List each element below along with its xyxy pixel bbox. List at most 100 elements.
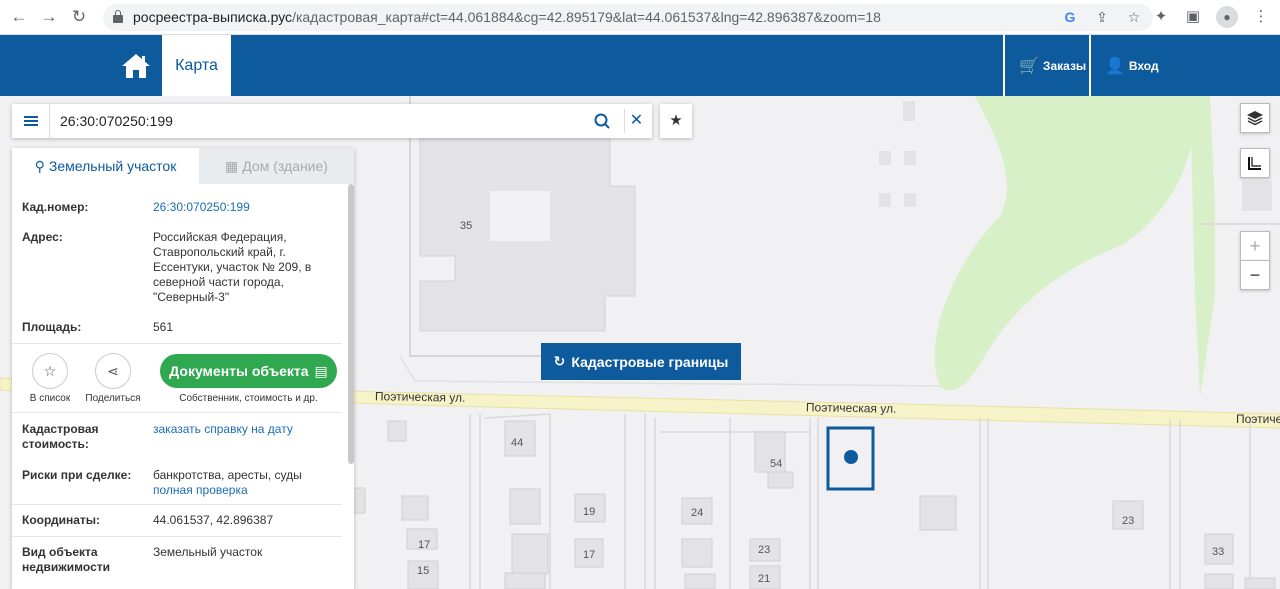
share-page-icon[interactable]: ⇪ — [1093, 8, 1111, 26]
address-bar[interactable]: росреестра-выписка.рус/кадастровая_карта… — [103, 4, 1153, 31]
full-check-link[interactable]: полная проверка — [153, 483, 333, 498]
address-label: Адрес: — [22, 230, 63, 244]
street-label: Поэтическая ул. — [805, 400, 897, 416]
zoom-out-button[interactable]: − — [1240, 260, 1270, 290]
house-number: 24 — [691, 507, 704, 519]
layers-icon — [1247, 111, 1263, 126]
house-number: 17 — [418, 539, 431, 551]
divider — [12, 343, 342, 344]
site-header: Карта 🛒 Заказы 👤 Вход — [0, 35, 1280, 96]
extensions-icon[interactable]: ✦ — [1152, 6, 1170, 28]
add-to-list-label: В список — [29, 393, 71, 404]
panel-scrollbar[interactable] — [348, 184, 354, 464]
share-icon: ⋖ — [107, 362, 119, 379]
risks-value: банкротства, аресты, суды — [153, 468, 302, 482]
login-button[interactable]: 👤 Вход — [1089, 35, 1280, 96]
ruler-button[interactable] — [1240, 148, 1270, 178]
house-number: 23 — [1122, 515, 1135, 527]
add-to-list-button[interactable]: ☆ — [32, 353, 68, 389]
cad-number-label: Кад.номер: — [22, 200, 89, 214]
coords-value: 44.061537, 42.896387 — [153, 513, 274, 527]
house-number: 33 — [1212, 546, 1225, 558]
favorites-star-icon[interactable]: ★ — [660, 104, 692, 138]
login-label: Вход — [1128, 58, 1159, 73]
object-info-panel: ⚲ Земельный участок ▦ Дом (здание) Кад.ном… — [12, 148, 354, 589]
search-icon — [594, 113, 610, 129]
share-label: Поделиться — [85, 393, 141, 404]
docs-button-label: Документы объекта — [169, 363, 309, 379]
divider — [12, 412, 342, 413]
layers-button[interactable] — [1240, 103, 1270, 133]
docs-subtitle: Собственник, стоимость и др. — [179, 393, 318, 404]
risks-label: Риски при сделке: — [22, 468, 132, 482]
plus-icon: + — [1249, 235, 1261, 256]
side-panel-icon[interactable]: ▣ — [1184, 6, 1202, 28]
cart-icon: 🛒 — [1019, 57, 1039, 75]
object-type-value: Земельный участок — [153, 545, 263, 559]
home-button[interactable] — [112, 35, 160, 96]
cad-cost-label: Кадастровая стоимость: — [22, 422, 99, 451]
location-pin-icon: ⚲ — [34, 157, 45, 174]
address-value: Российская Федерация, Ставропольский кра… — [153, 230, 312, 304]
hamburger-icon — [23, 114, 38, 128]
reload-icon[interactable]: ↻ — [68, 6, 90, 28]
search-button[interactable] — [590, 109, 614, 133]
google-translate-icon[interactable]: G — [1061, 8, 1079, 26]
minus-icon: − — [1249, 264, 1261, 285]
browser-toolbar: ← → ↻ росреестра-выписка.рус/кадастровая… — [0, 0, 1280, 35]
url-text[interactable]: росреестра-выписка.рус/кадастровая_карта… — [133, 9, 881, 25]
house-number: 19 — [583, 506, 596, 518]
url-actions: G ⇪ ☆ — [1061, 8, 1143, 26]
tab-land-label: Земельный участок — [48, 158, 177, 174]
user-icon: 👤 — [1105, 57, 1125, 75]
area-label: Площадь: — [22, 320, 82, 334]
orders-label: Заказы — [1042, 58, 1087, 73]
object-type-label: Вид объекта недвижимости — [22, 545, 110, 574]
url-path: /кадастровая_карта#ct=44.061884&cg=42.89… — [292, 9, 881, 25]
cad-number-value[interactable]: 26:30:070250:199 — [153, 200, 333, 215]
divider — [12, 536, 342, 537]
refresh-icon: ↻ — [553, 353, 566, 369]
orders-button[interactable]: 🛒 Заказы — [1003, 35, 1089, 96]
cadastral-borders-label: Кадастровые границы — [571, 353, 729, 370]
house-number: 35 — [460, 220, 473, 232]
lock-icon[interactable] — [113, 10, 123, 24]
building-icon: ▦ — [225, 157, 239, 174]
zoom-in-button[interactable]: + — [1240, 231, 1270, 261]
document-icon: ▤ — [314, 362, 328, 379]
street-label: Поэтическая — [1236, 412, 1280, 426]
house-number: 17 — [583, 549, 596, 561]
object-documents-button[interactable]: Документы объекта ▤ — [160, 354, 337, 388]
cadastral-borders-button[interactable]: ↻ Кадастровые границы — [541, 343, 741, 380]
street-label: Поэтическая ул. — [374, 389, 466, 405]
home-icon — [122, 53, 150, 78]
menu-button[interactable] — [12, 104, 50, 138]
house-number: 15 — [417, 565, 430, 577]
park-area — [934, 96, 1196, 391]
share-button[interactable]: ⋖ — [95, 353, 131, 389]
divider — [12, 504, 342, 505]
forward-icon[interactable]: → — [38, 6, 60, 28]
house-number: 44 — [511, 437, 524, 449]
ruler-icon — [1248, 157, 1261, 170]
park-strip — [1190, 96, 1215, 396]
tab-building[interactable]: ▦ Дом (здание) — [199, 148, 354, 184]
tab-map[interactable]: Карта — [162, 35, 231, 96]
area-value: 561 — [153, 320, 174, 334]
tab-land-plot[interactable]: ⚲ Земельный участок — [12, 148, 199, 184]
bookmark-star-icon[interactable]: ☆ — [1125, 8, 1143, 26]
clear-search-icon[interactable]: ✕ — [624, 109, 648, 133]
cadastral-search-bar: ✕ — [12, 104, 652, 138]
house-number: 23 — [758, 544, 771, 556]
coords-label: Координаты: — [22, 513, 101, 527]
panel-tabs: ⚲ Земельный участок ▦ Дом (здание) — [12, 148, 354, 184]
order-certificate-link[interactable]: заказать справку на дату — [153, 422, 333, 437]
back-icon[interactable]: ← — [8, 6, 30, 28]
tab-building-label: Дом (здание) — [242, 158, 328, 174]
search-input[interactable] — [60, 104, 580, 138]
profile-avatar-icon[interactable]: ● — [1216, 6, 1238, 28]
browser-extensions: ✦ ▣ ● ⋮ — [1152, 6, 1270, 28]
browser-menu-icon[interactable]: ⋮ — [1252, 6, 1270, 28]
location-marker — [844, 450, 858, 464]
star-outline-icon: ☆ — [43, 362, 57, 379]
